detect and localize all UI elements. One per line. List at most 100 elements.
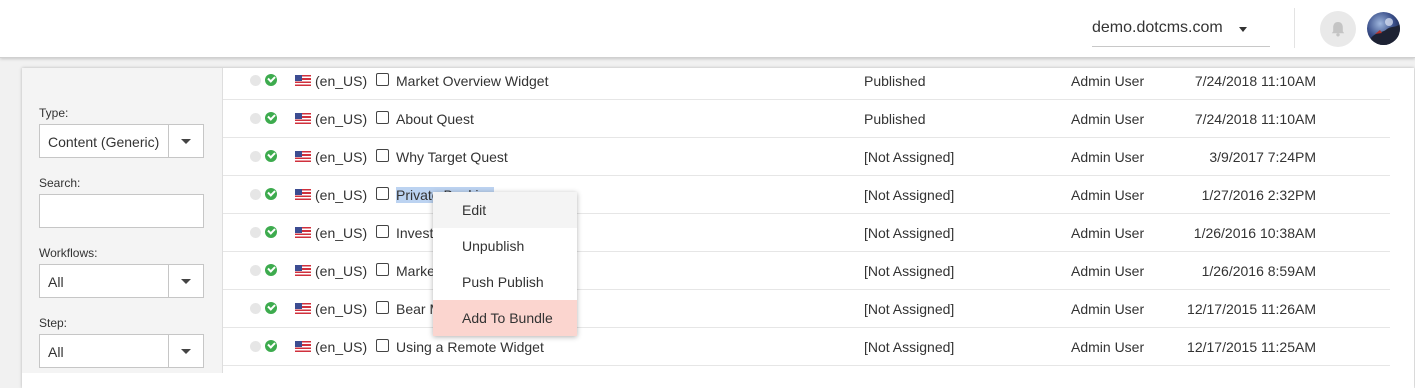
us-flag-icon — [295, 189, 311, 200]
workflow-step: [Not Assigned] — [864, 149, 955, 165]
language-code: (en_US) — [315, 225, 368, 241]
modified-date: 3/9/2017 7:24PM — [1209, 149, 1316, 165]
modified-date: 1/26/2016 8:59AM — [1201, 263, 1316, 279]
search-input[interactable] — [39, 194, 204, 228]
type-label: Type: — [39, 106, 69, 120]
menu-item-edit[interactable]: Edit — [433, 192, 577, 228]
lock-status-icon — [250, 341, 261, 352]
workflows-dropdown-button[interactable] — [168, 265, 203, 297]
table-row[interactable]: (en_US) Investment Services [Not Assigne… — [223, 214, 1390, 252]
workflows-label: Workflows: — [39, 246, 98, 260]
language-code: (en_US) — [315, 301, 368, 317]
site-selector[interactable]: demo.dotcms.com — [1092, 8, 1270, 47]
user-avatar[interactable] — [1367, 12, 1400, 45]
step-dropdown-button[interactable] — [168, 335, 203, 367]
language-code: (en_US) — [315, 339, 368, 355]
table-row[interactable]: (en_US) Market Overview [Not Assigned] A… — [223, 252, 1390, 290]
published-check-icon — [265, 74, 277, 86]
workflow-step: [Not Assigned] — [864, 225, 955, 241]
row-checkbox[interactable] — [376, 225, 389, 238]
us-flag-icon — [295, 75, 311, 86]
published-check-icon — [265, 188, 277, 200]
modified-by: Admin User — [1071, 111, 1145, 127]
site-selector-value: demo.dotcms.com — [1092, 19, 1223, 36]
modified-by: Admin User — [1071, 149, 1145, 165]
table-row[interactable]: (en_US) Why Target Quest [Not Assigned] … — [223, 138, 1390, 176]
content-search-panel: Type: Content (Generic) Search: Workflow… — [22, 68, 1414, 388]
row-checkbox[interactable] — [376, 73, 389, 86]
modified-by: Admin User — [1071, 263, 1145, 279]
published-check-icon — [265, 112, 277, 124]
modified-date: 7/24/2018 11:10AM — [1194, 73, 1316, 89]
table-row[interactable]: (en_US) Market Overview Widget Published… — [223, 68, 1390, 100]
lock-status-icon — [250, 113, 261, 124]
content-title-link[interactable]: Why Target Quest — [396, 149, 508, 165]
chevron-down-icon — [1239, 27, 1247, 32]
published-check-icon — [265, 302, 277, 314]
modified-by: Admin User — [1071, 73, 1145, 89]
chevron-down-icon — [181, 279, 191, 284]
top-navigation-bar: demo.dotcms.com — [0, 0, 1415, 58]
language-code: (en_US) — [315, 187, 368, 203]
lock-status-icon — [250, 189, 261, 200]
chevron-down-icon — [181, 139, 191, 144]
lock-status-icon — [250, 265, 261, 276]
workflows-select[interactable]: All — [39, 264, 204, 298]
row-checkbox[interactable] — [376, 263, 389, 276]
notifications-button[interactable] — [1320, 11, 1356, 47]
modified-by: Admin User — [1071, 187, 1145, 203]
published-check-icon — [265, 226, 277, 238]
us-flag-icon — [295, 113, 311, 124]
us-flag-icon — [295, 341, 311, 352]
table-row[interactable]: (en_US) About Quest Published Admin User… — [223, 100, 1390, 138]
content-title-link[interactable]: About Quest — [396, 111, 474, 127]
workflows-select-value: All — [48, 274, 64, 290]
modified-date: 12/17/2015 11:25AM — [1187, 339, 1316, 355]
row-checkbox[interactable] — [376, 301, 389, 314]
row-checkbox[interactable] — [376, 187, 389, 200]
lock-status-icon — [250, 227, 261, 238]
menu-item-add-to-bundle[interactable]: Add To Bundle — [433, 300, 577, 336]
menu-item-label: Unpublish — [462, 238, 525, 254]
content-title-link[interactable]: Using a Remote Widget — [396, 339, 544, 355]
type-select[interactable]: Content (Generic) — [39, 124, 204, 158]
content-title-link[interactable]: Market Overview Widget — [396, 73, 548, 89]
menu-item-unpublish[interactable]: Unpublish — [433, 228, 577, 264]
modified-date: 1/26/2016 10:38AM — [1193, 225, 1316, 241]
header-divider — [1294, 8, 1295, 48]
bell-icon — [1331, 22, 1345, 37]
search-label: Search: — [39, 176, 81, 190]
results-table: (en_US) Market Overview Widget Published… — [223, 68, 1390, 373]
filter-sidebar: Type: Content (Generic) Search: Workflow… — [22, 68, 223, 373]
row-checkbox[interactable] — [376, 149, 389, 162]
language-code: (en_US) — [315, 263, 368, 279]
published-check-icon — [265, 150, 277, 162]
menu-item-push-publish[interactable]: Push Publish — [433, 264, 577, 300]
step-select[interactable]: All — [39, 334, 204, 368]
published-check-icon — [265, 264, 277, 276]
menu-item-label: Add To Bundle — [462, 310, 553, 326]
row-checkbox[interactable] — [376, 339, 389, 352]
modified-date: 7/24/2018 11:10AM — [1194, 111, 1316, 127]
language-code: (en_US) — [315, 149, 368, 165]
us-flag-icon — [295, 151, 311, 162]
modified-by: Admin User — [1071, 225, 1145, 241]
modified-by: Admin User — [1071, 339, 1145, 355]
type-select-value: Content (Generic) — [48, 134, 160, 150]
avatar-image — [1367, 12, 1400, 45]
language-code: (en_US) — [315, 111, 368, 127]
workflow-step: [Not Assigned] — [864, 301, 955, 317]
us-flag-icon — [295, 227, 311, 238]
table-row[interactable]: (en_US) Private Banking [Not Assigned] A… — [223, 176, 1390, 214]
table-row[interactable]: (en_US) Bear Market Fundamentals [Not As… — [223, 290, 1390, 328]
lock-status-icon — [250, 151, 261, 162]
modified-by: Admin User — [1071, 301, 1145, 317]
modified-date: 12/17/2015 11:26AM — [1187, 301, 1316, 317]
workflow-step: [Not Assigned] — [864, 187, 955, 203]
published-check-icon — [265, 340, 277, 352]
row-checkbox[interactable] — [376, 111, 389, 124]
table-row[interactable]: (en_US) Using a Remote Widget [Not Assig… — [223, 328, 1390, 366]
menu-item-label: Push Publish — [462, 274, 544, 290]
workflow-step: Published — [864, 111, 926, 127]
type-dropdown-button[interactable] — [168, 125, 203, 157]
